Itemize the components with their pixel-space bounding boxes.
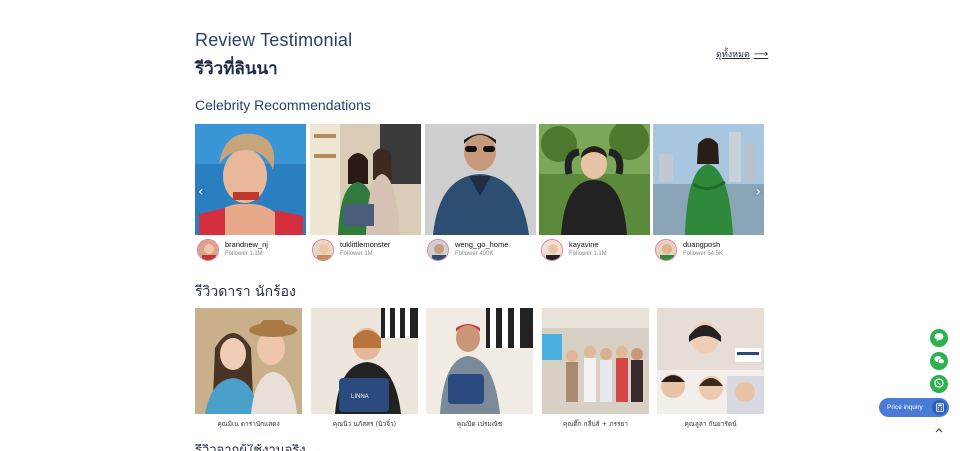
calculator-icon	[932, 400, 947, 415]
celebrity-name: weng_go_home	[455, 240, 509, 249]
celebrity-photo	[539, 124, 650, 235]
see-all-link[interactable]: ดูทั้งหมด ⟶	[716, 47, 768, 61]
review-caption: คุณมิเน ดารานักแสดง	[217, 420, 280, 428]
line-icon	[934, 332, 944, 345]
celebrity-name: tuklittlemonster	[340, 240, 391, 249]
celebrity-name: duangposh	[683, 240, 721, 249]
svg-text:LINNA: LINNA	[351, 394, 369, 400]
see-all-label: ดูทั้งหมด	[716, 50, 750, 60]
review-photo	[426, 308, 533, 414]
chevron-up-icon	[935, 426, 943, 436]
follower-count: Follower 1.1M	[569, 251, 607, 257]
avatar	[312, 239, 334, 261]
scroll-to-top-button[interactable]	[930, 424, 948, 438]
star-review-gallery: คุณมิเน ดารานักแสดง LINNA คุณนิว นภัสสร …	[195, 308, 765, 438]
celebrity-name: kayavine	[569, 240, 599, 249]
star-review-card[interactable]: คุณมิเน ดารานักแสดง	[195, 308, 302, 429]
celebrity-carousel: brandnew_nj Follower 1.1M tuklittlemonst…	[195, 124, 764, 264]
arrow-right-icon: ⟶	[753, 48, 769, 60]
wechat-button[interactable]	[930, 352, 948, 370]
star-section-title: รีวิวดารา นักร้อง	[195, 284, 296, 300]
price-inquiry-button[interactable]: Price inquiry	[879, 398, 949, 417]
review-caption: คุณปิด เปรมณัช	[456, 420, 503, 428]
avatar	[541, 239, 563, 261]
star-review-card[interactable]: คุณลูลา กันยารัตน์	[657, 308, 764, 429]
next-section-title: รีวิวจากผู้ใช้งานจริง	[195, 444, 306, 451]
whatsapp-icon	[934, 377, 944, 391]
celebrity-card[interactable]: kayavine Follower 1.1M	[539, 124, 650, 265]
review-photo: LINNA	[311, 308, 418, 414]
review-photo	[195, 308, 302, 414]
carousel-prev-button[interactable]: ‹	[198, 184, 204, 200]
star-review-card[interactable]: LINNA คุณนิว นภัสสร (นิวจิ๋ว)	[311, 308, 418, 429]
review-caption: คุณติ๊ก กลีบส์ + ภรรยา	[563, 420, 628, 428]
carousel-next-button[interactable]: ›	[755, 184, 761, 200]
avatar	[427, 239, 449, 261]
follower-count: Follower 400K	[455, 251, 494, 257]
avatar	[655, 239, 677, 261]
celebrity-photo	[425, 124, 536, 235]
celebrity-photo: ›	[653, 124, 764, 235]
follower-count: Follower 1.1M	[225, 251, 263, 257]
celebrity-name: brandnew_nj	[225, 240, 268, 249]
section-title-en: Review Testimonial	[195, 30, 353, 50]
review-caption: คุณนิว นภัสสร (นิวจิ๋ว)	[332, 420, 397, 428]
celebrity-section-title: Celebrity Recommendations	[195, 97, 371, 113]
price-inquiry-label: Price inquiry	[887, 404, 923, 411]
celebrity-card[interactable]: weng_go_home Follower 400K	[425, 124, 536, 265]
star-review-card[interactable]: คุณปิด เปรมณัช	[426, 308, 533, 429]
whatsapp-button[interactable]	[930, 375, 948, 393]
celebrity-photo	[310, 124, 421, 235]
wechat-icon	[933, 355, 945, 368]
review-photo	[542, 308, 649, 414]
celebrity-card[interactable]: brandnew_nj Follower 1.1M	[195, 124, 306, 265]
section-title-th: รีวิวที่ลินนา	[195, 59, 278, 79]
avatar	[197, 239, 219, 261]
line-button[interactable]	[930, 329, 948, 347]
celebrity-card[interactable]: › duangposh Follower 54.5K	[653, 124, 764, 265]
follower-count: Follower 1M	[340, 251, 373, 257]
review-photo	[657, 308, 764, 414]
celebrity-photo	[195, 124, 306, 235]
review-caption: คุณลูลา กันยารัตน์	[684, 420, 737, 428]
star-review-card[interactable]: คุณติ๊ก กลีบส์ + ภรรยา	[542, 308, 649, 429]
follower-count: Follower 54.5K	[683, 251, 724, 257]
celebrity-card[interactable]: tuklittlemonster Follower 1M	[310, 124, 421, 265]
